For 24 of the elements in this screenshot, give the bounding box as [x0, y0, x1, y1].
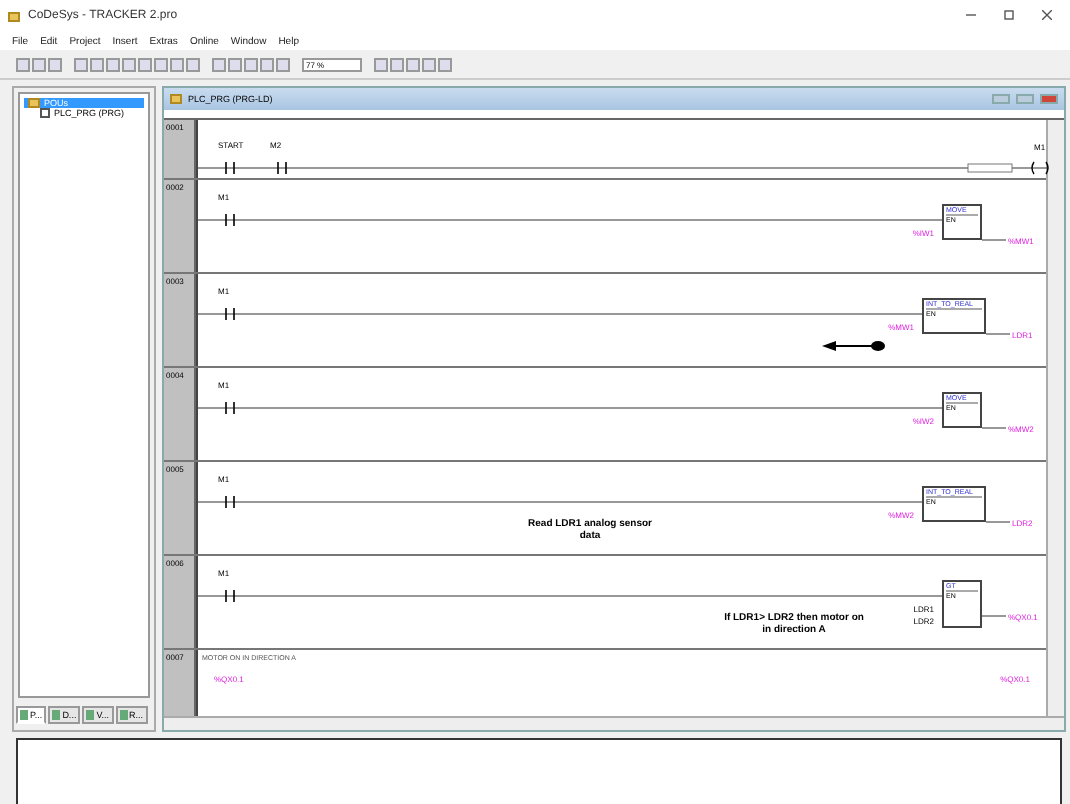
contact-symbol [225, 213, 235, 227]
contact-symbol [225, 161, 235, 175]
minimize-icon [966, 9, 976, 19]
coil-symbol [1031, 161, 1049, 175]
output-wire [985, 521, 1011, 523]
output-wire [985, 333, 1011, 335]
app-icon [8, 11, 20, 21]
contact-symbol [225, 495, 235, 509]
output-wire [981, 427, 1007, 429]
minimize-button[interactable] [992, 94, 1010, 104]
empty-element [967, 163, 1013, 173]
folder-icon [28, 98, 40, 108]
vertical-scrollbar[interactable] [1046, 120, 1064, 716]
output-wire [981, 615, 1007, 617]
output-wire [981, 239, 1007, 241]
contact-symbol [225, 589, 235, 603]
contact-symbol [277, 161, 287, 175]
restore-button[interactable] [1016, 94, 1034, 104]
maximize-icon [1004, 9, 1014, 19]
pou-icon [170, 94, 182, 104]
close-icon [1042, 9, 1052, 19]
contact-symbol [225, 307, 235, 321]
page-icon [40, 108, 50, 118]
contact-symbol [225, 401, 235, 415]
